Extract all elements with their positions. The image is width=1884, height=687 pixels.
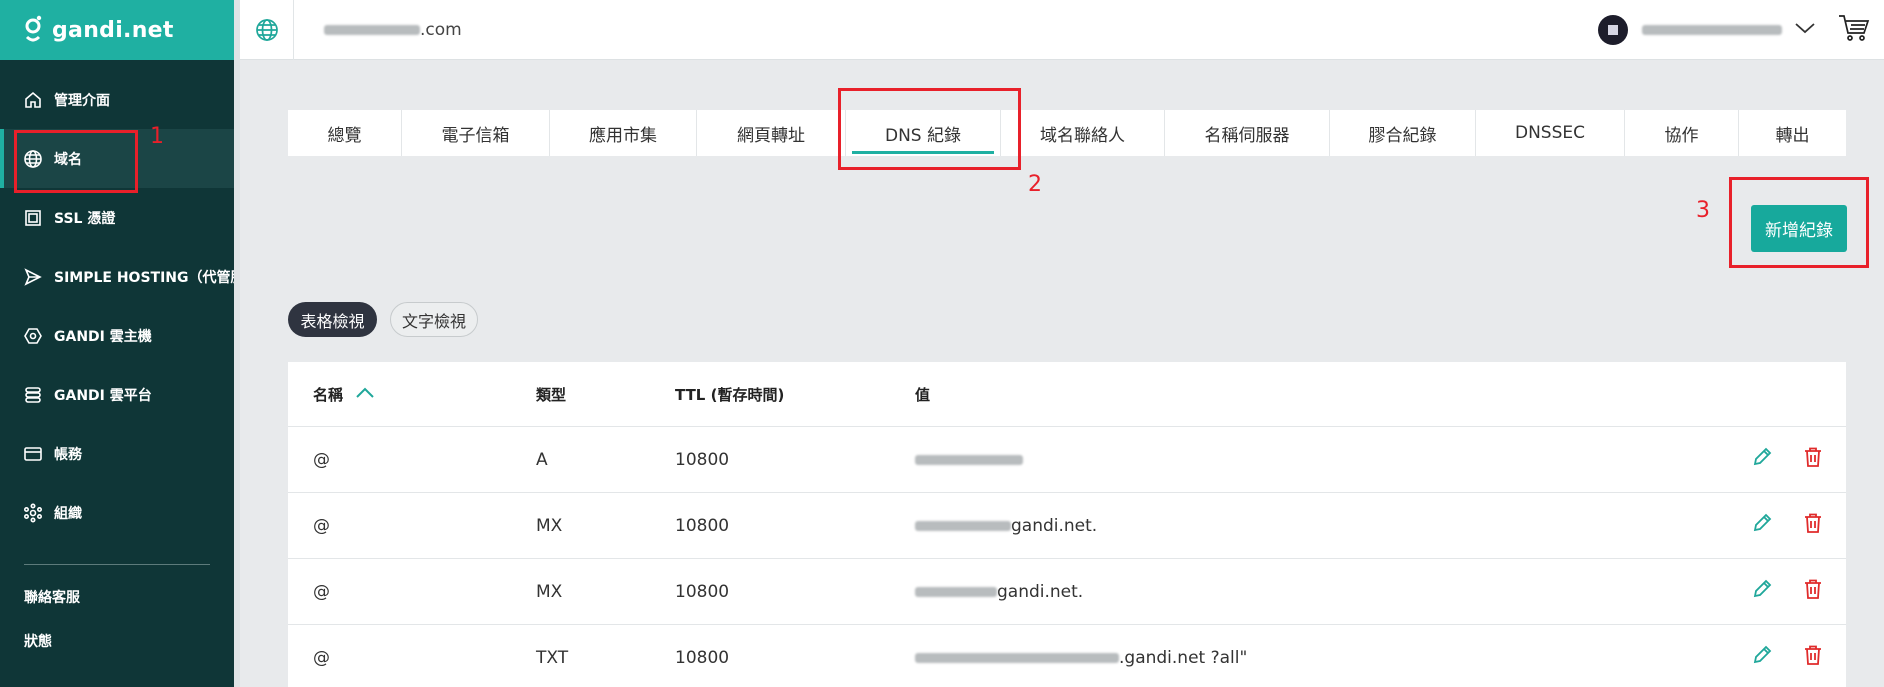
annotation-number-2: 2 <box>1028 172 1042 197</box>
network-icon <box>22 502 44 524</box>
sidebar-item-ssl[interactable]: SSL 憑證 <box>0 188 234 247</box>
sidebar-item-label: GANDI 雲主機 <box>54 328 152 345</box>
trash-icon[interactable] <box>1802 512 1824 539</box>
table-header: 名稱 類型 TTL (暫存時間) 值 <box>288 362 1846 427</box>
record-ttl: 10800 <box>675 647 730 668</box>
header-value: 值 <box>915 385 931 404</box>
globe-icon <box>255 18 278 41</box>
sidebar-item-label: 帳務 <box>54 446 82 463</box>
record-type: MX <box>536 515 563 536</box>
stack-icon <box>22 384 44 406</box>
redacted-value <box>915 586 997 597</box>
sidebar-item-gandi-cloud-vps[interactable]: GANDI 雲主機 <box>0 306 234 365</box>
redacted-domain <box>324 24 420 35</box>
record-name: @ <box>313 449 330 470</box>
table-row: @ MX 10800 gandi.net. <box>288 559 1846 625</box>
tab-email[interactable]: 電子信箱 <box>402 110 550 156</box>
record-type: A <box>536 449 548 470</box>
tab-overview[interactable]: 總覽 <box>288 110 402 156</box>
edit-icon[interactable] <box>1751 578 1773 605</box>
chevron-down-icon[interactable] <box>1794 20 1816 39</box>
tab-marketplace[interactable]: 應用市集 <box>550 110 697 156</box>
redacted-username <box>1642 24 1782 35</box>
table-row: @ TXT 10800 .gandi.net ?all" <box>288 625 1846 687</box>
tab-collaboration[interactable]: 協作 <box>1625 110 1739 156</box>
brand-name: gandi.net <box>52 17 174 43</box>
trash-icon[interactable] <box>1802 446 1824 473</box>
record-name: @ <box>313 515 330 536</box>
table-row: @ A 10800 <box>288 427 1846 493</box>
sort-ascending-icon[interactable] <box>355 385 375 403</box>
gandi-logo[interactable]: gandi.net <box>0 0 234 60</box>
record-value: gandi.net. <box>915 516 1097 536</box>
trash-icon[interactable] <box>1802 578 1824 605</box>
tab-glue-records[interactable]: 膠合紀錄 <box>1330 110 1476 156</box>
status-link[interactable]: 狀態 <box>0 619 234 663</box>
domain-name: .com <box>324 20 462 40</box>
record-type: MX <box>536 581 563 602</box>
domain-globe-button[interactable] <box>240 0 294 60</box>
annotation-box-2 <box>838 88 1021 170</box>
record-ttl: 10800 <box>675 581 730 602</box>
sidebar-item-label: GANDI 雲平台 <box>54 387 152 404</box>
sidebar-edge <box>234 0 240 687</box>
sidebar-item-organizations[interactable]: 組織 <box>0 483 234 542</box>
edit-icon[interactable] <box>1751 644 1773 671</box>
annotation-box-3 <box>1729 177 1869 268</box>
record-ttl: 10800 <box>675 515 730 536</box>
redacted-value <box>915 454 1023 465</box>
sidebar-item-gandi-cloud-platform[interactable]: GANDI 雲平台 <box>0 365 234 424</box>
avatar <box>1598 14 1628 45</box>
domain-tabs: 總覽 電子信箱 應用市集 網頁轉址 DNS 紀錄 域名聯絡人 名稱伺服器 膠合紀… <box>288 110 1846 156</box>
tab-domain-contacts[interactable]: 域名聯絡人 <box>1001 110 1165 156</box>
send-icon <box>22 266 44 288</box>
sidebar-item-label: SSL 憑證 <box>54 210 116 227</box>
record-ttl: 10800 <box>675 449 730 470</box>
annotation-box-1 <box>14 130 138 193</box>
table-row: @ MX 10800 gandi.net. <box>288 493 1846 559</box>
header-ttl: TTL (暫存時間) <box>675 385 785 404</box>
tab-transfer-out[interactable]: 轉出 <box>1739 110 1846 156</box>
sidebar-item-label: 管理介面 <box>54 92 110 109</box>
header-name[interactable]: 名稱 <box>313 384 375 405</box>
card-icon <box>22 443 44 465</box>
contact-support-link[interactable]: 聯絡客服 <box>0 575 234 619</box>
edit-icon[interactable] <box>1751 446 1773 473</box>
hexagon-icon <box>22 325 44 347</box>
gandi-g-icon <box>25 15 42 42</box>
topbar: .com <box>240 0 1884 60</box>
home-icon <box>22 89 44 111</box>
text-view-toggle[interactable]: 文字檢視 <box>390 302 478 337</box>
redacted-value <box>915 652 1119 663</box>
sidebar-divider <box>24 564 210 565</box>
record-value <box>915 454 1023 465</box>
record-value: .gandi.net ?all" <box>915 648 1247 668</box>
record-type: TXT <box>536 647 569 668</box>
certificate-icon <box>22 207 44 229</box>
trash-icon[interactable] <box>1802 644 1824 671</box>
tab-nameservers[interactable]: 名稱伺服器 <box>1165 110 1330 156</box>
annotation-number-1: 1 <box>150 124 164 149</box>
sidebar: gandi.net 管理介面 域名 SSL 憑證 SIMPLE HOSTING（… <box>0 0 234 687</box>
user-name <box>1642 24 1782 35</box>
domain-suffix: .com <box>420 19 462 40</box>
record-name: @ <box>313 647 330 668</box>
sidebar-item-simple-hosting[interactable]: SIMPLE HOSTING（代管服 <box>0 247 234 306</box>
sidebar-item-dashboard[interactable]: 管理介面 <box>0 70 234 129</box>
record-value: gandi.net. <box>915 582 1083 602</box>
dns-records-table: 名稱 類型 TTL (暫存時間) 值 @ A 10800 @ MX 10800 … <box>288 362 1846 687</box>
record-name: @ <box>313 581 330 602</box>
user-menu[interactable] <box>1598 13 1870 47</box>
sidebar-item-billing[interactable]: 帳務 <box>0 424 234 483</box>
redacted-value <box>915 520 1011 531</box>
annotation-number-3: 3 <box>1696 198 1710 223</box>
header-type: 類型 <box>536 385 567 404</box>
edit-icon[interactable] <box>1751 512 1773 539</box>
sidebar-item-label: 組織 <box>54 505 82 522</box>
tab-web-forwarding[interactable]: 網頁轉址 <box>697 110 846 156</box>
table-view-toggle[interactable]: 表格檢視 <box>288 302 377 337</box>
tab-dnssec[interactable]: DNSSEC <box>1476 110 1625 156</box>
sidebar-item-label: SIMPLE HOSTING（代管服 <box>54 269 234 286</box>
cart-icon[interactable] <box>1838 13 1870 47</box>
